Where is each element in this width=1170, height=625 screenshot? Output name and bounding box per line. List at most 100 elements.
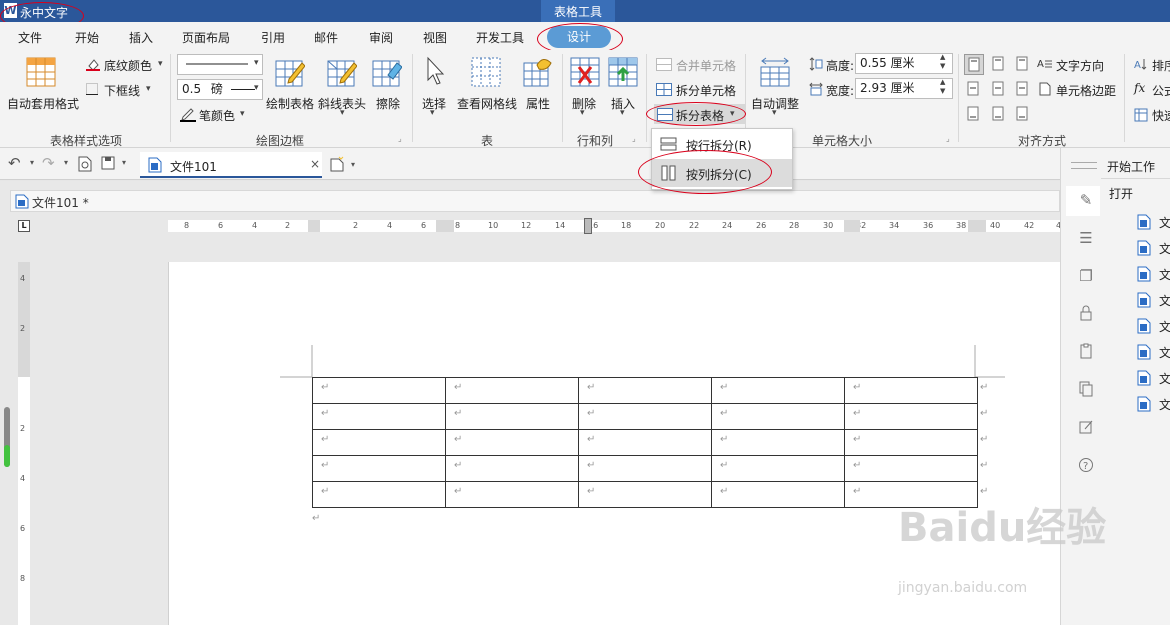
tab-document[interactable]: 文件101 × bbox=[140, 152, 322, 178]
sliders-icon[interactable]: ☰ bbox=[1077, 229, 1095, 247]
dialog-launcher-icon[interactable]: ⌟ bbox=[946, 134, 950, 143]
height-input[interactable]: 0.55 厘米 bbox=[855, 53, 953, 74]
horizontal-ruler[interactable]: 8 6 4 2 2 4 6 8 10 12 14 16 18 20 22 24 26 28 30 32 34 36 38 40… bbox=[168, 218, 1066, 234]
layers-icon[interactable]: ❐ bbox=[1077, 267, 1095, 285]
text-direction-button[interactable]: 文字方向 bbox=[1056, 57, 1104, 74]
indent-marker[interactable] bbox=[584, 218, 592, 234]
tab-mailings[interactable]: 邮件 bbox=[314, 29, 338, 46]
tab-file[interactable]: 文件 bbox=[18, 29, 42, 46]
tab-developer[interactable]: 开发工具 bbox=[476, 29, 524, 46]
width-input[interactable]: 2.93 厘米 bbox=[855, 78, 953, 99]
ruler-column-marker[interactable] bbox=[844, 220, 860, 232]
table-cell[interactable]: ↵ bbox=[844, 429, 978, 456]
ruler-column-marker[interactable] bbox=[308, 220, 320, 232]
table-cell[interactable]: ↵ bbox=[312, 429, 446, 456]
chevron-down-icon[interactable]: ▾ bbox=[30, 158, 34, 167]
align-bottom-right-button[interactable] bbox=[1013, 104, 1033, 125]
diagonal-header-icon[interactable] bbox=[327, 57, 358, 87]
chevron-down-icon[interactable]: ▾ bbox=[620, 108, 625, 118]
table-cell[interactable]: ↵ bbox=[445, 429, 579, 456]
table-cell[interactable]: ↵ bbox=[578, 455, 712, 482]
formula-button[interactable]: 公式 bbox=[1152, 82, 1170, 99]
copy-icon[interactable] bbox=[1077, 381, 1095, 399]
recent-file-item[interactable]: 文 bbox=[1137, 344, 1170, 362]
table-cell[interactable]: ↵ bbox=[312, 377, 446, 404]
dialog-launcher-icon[interactable]: ⌟ bbox=[632, 134, 636, 143]
cursor-icon[interactable] bbox=[424, 56, 446, 86]
auto-fit-icon[interactable] bbox=[760, 57, 790, 87]
chevron-down-icon[interactable]: ▾ bbox=[254, 58, 259, 68]
cell-margins-button[interactable]: 单元格边距 bbox=[1056, 82, 1116, 99]
table-cell[interactable]: ↵ bbox=[578, 403, 712, 430]
customize-quick-access-icon[interactable]: ▾ bbox=[122, 158, 126, 167]
quick-button[interactable]: 快速 bbox=[1152, 107, 1170, 124]
chevron-down-icon[interactable]: ▾ bbox=[240, 109, 245, 119]
save-icon[interactable] bbox=[101, 156, 115, 170]
tab-insert[interactable]: 插入 bbox=[129, 29, 153, 46]
align-middle-center-button[interactable] bbox=[989, 79, 1009, 100]
recent-file-item[interactable]: 文 bbox=[1137, 292, 1170, 310]
recent-file-item[interactable]: 文 bbox=[1137, 370, 1170, 388]
vertical-ruler[interactable]: 4 2 2 4 6 8 bbox=[18, 262, 30, 625]
tab-home[interactable]: 开始 bbox=[75, 29, 99, 46]
recent-file-item[interactable]: 文 bbox=[1137, 266, 1170, 284]
tab-review[interactable]: 审阅 bbox=[369, 29, 393, 46]
draw-table-button[interactable]: 绘制表格 bbox=[266, 95, 314, 112]
align-top-right-button[interactable] bbox=[1013, 54, 1033, 75]
align-top-center-button[interactable] bbox=[989, 54, 1009, 75]
open-link[interactable]: 打开 bbox=[1109, 185, 1133, 202]
gridlines-icon[interactable] bbox=[471, 57, 501, 87]
recent-file-item[interactable]: 文 bbox=[1137, 318, 1170, 336]
chevron-down-icon[interactable]: ▾ bbox=[158, 59, 163, 69]
merge-cells-button[interactable]: 合并单元格 bbox=[676, 57, 736, 74]
table-cell[interactable]: ↵ bbox=[312, 455, 446, 482]
table-cell[interactable]: ↵ bbox=[844, 403, 978, 430]
chevron-down-icon[interactable]: ▾ bbox=[351, 160, 355, 169]
close-icon[interactable]: × bbox=[310, 157, 320, 171]
width-spinner[interactable]: ▲ ▼ bbox=[940, 78, 945, 96]
insert-row-icon[interactable] bbox=[608, 57, 638, 87]
clipboard-icon[interactable] bbox=[1077, 343, 1095, 361]
properties-button[interactable]: 属性 bbox=[526, 95, 550, 112]
tab-references[interactable]: 引用 bbox=[261, 29, 285, 46]
tab-stop-selector[interactable]: L bbox=[18, 220, 30, 232]
chevron-down-icon[interactable]: ▾ bbox=[254, 83, 259, 93]
shading-color-button[interactable]: 底纹颜色 bbox=[104, 57, 152, 74]
chevron-down-icon[interactable]: ▾ bbox=[146, 84, 151, 94]
table-cell[interactable]: ↵ bbox=[711, 429, 845, 456]
height-spinner[interactable]: ▲ ▼ bbox=[940, 53, 945, 71]
table-cell[interactable]: ↵ bbox=[578, 481, 712, 508]
properties-icon[interactable] bbox=[523, 57, 553, 87]
sort-button[interactable]: 排序 bbox=[1152, 57, 1170, 74]
align-bottom-left-button[interactable] bbox=[964, 104, 984, 125]
ruler-column-marker[interactable] bbox=[968, 220, 986, 232]
new-document-icon[interactable] bbox=[330, 156, 344, 172]
print-preview-icon[interactable] bbox=[78, 156, 92, 172]
recent-file-item[interactable]: 文 bbox=[1137, 240, 1170, 258]
align-middle-left-button[interactable] bbox=[964, 79, 984, 100]
align-top-left-button[interactable] bbox=[964, 54, 984, 75]
bottom-border-button[interactable]: 下框线 bbox=[104, 82, 140, 99]
help-icon[interactable]: ? bbox=[1077, 457, 1095, 475]
auto-format-icon[interactable] bbox=[26, 57, 56, 87]
recent-file-item[interactable]: 文 bbox=[1137, 396, 1170, 414]
table-cell[interactable]: ↵ bbox=[445, 403, 579, 430]
dialog-launcher-icon[interactable]: ⌟ bbox=[398, 134, 402, 143]
chevron-down-icon[interactable]: ▾ bbox=[430, 108, 435, 118]
redo-icon[interactable]: ↷ bbox=[42, 154, 55, 172]
table-cell[interactable]: ↵ bbox=[844, 455, 978, 482]
chevron-down-icon[interactable]: ▾ bbox=[64, 158, 68, 167]
tab-page-layout[interactable]: 页面布局 bbox=[182, 29, 230, 46]
table-cell[interactable]: ↵ bbox=[578, 429, 712, 456]
table-cell[interactable]: ↵ bbox=[445, 481, 579, 508]
table-cell[interactable]: ↵ bbox=[844, 377, 978, 404]
eraser-icon[interactable] bbox=[372, 57, 403, 87]
auto-format-button[interactable]: 自动套用格式 bbox=[7, 95, 79, 112]
recent-file-item[interactable]: 文 bbox=[1137, 214, 1170, 232]
ruler-column-marker[interactable] bbox=[436, 220, 454, 232]
draw-table-icon[interactable] bbox=[275, 57, 306, 87]
table-cell[interactable]: ↵ bbox=[711, 403, 845, 430]
table-cell[interactable]: ↵ bbox=[445, 377, 579, 404]
line-width-select[interactable]: 0.5 磅 bbox=[177, 79, 263, 100]
lock-icon[interactable] bbox=[1077, 305, 1095, 323]
